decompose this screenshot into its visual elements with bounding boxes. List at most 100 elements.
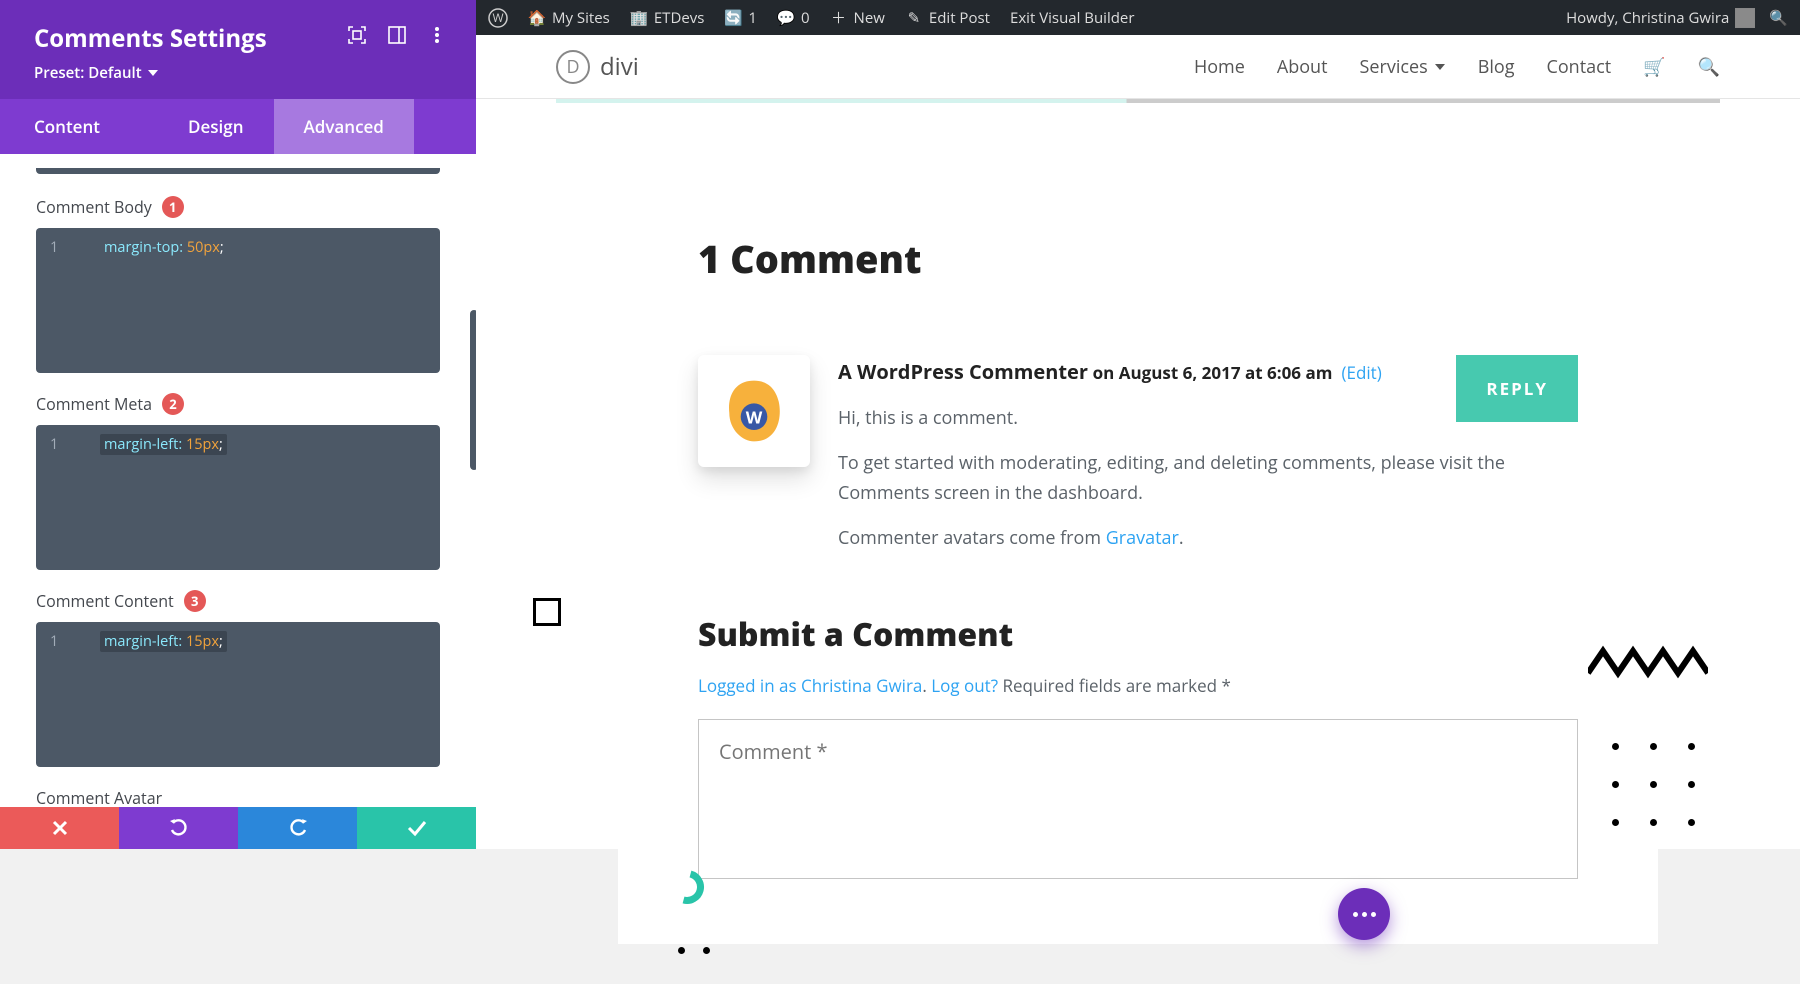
decorative-square [533, 598, 561, 626]
css-val: 15px [182, 632, 219, 651]
sidebar-footer [0, 807, 476, 849]
howdy-link[interactable]: Howdy, Christina Gwira [1566, 8, 1755, 28]
new-link[interactable]: ＋ New [830, 8, 885, 28]
house-icon: 🏠 [528, 9, 546, 27]
sidebar-body[interactable]: Comment Body 1 1 margin-top: 50px; Comme… [0, 154, 476, 849]
submit-comment-heading: Submit a Comment [698, 613, 1578, 656]
label-text: Comment Meta [36, 393, 152, 415]
field-comment-avatar: Comment Avatar [36, 787, 440, 809]
undo-button[interactable] [119, 807, 238, 849]
expand-icon[interactable] [348, 26, 366, 44]
pencil-icon: ✎ [905, 9, 923, 27]
field-label: Comment Body 1 [36, 196, 440, 218]
comment-item: W A WordPress Commenter on August 6, 201… [698, 355, 1578, 553]
exit-visual-builder-link[interactable]: Exit Visual Builder [1010, 8, 1135, 28]
content-area: 1 Comment W A WordPress Commenter on Aug… [476, 103, 1800, 984]
nav-contact[interactable]: Contact [1546, 55, 1611, 79]
label-text: Comment Avatar [36, 787, 162, 809]
updates-icon: 🔄 [724, 9, 742, 27]
field-label: Comment Avatar [36, 787, 440, 809]
css-editor-content[interactable]: 1 margin-left: 15px; [36, 622, 440, 767]
tab-content[interactable]: Content [0, 99, 130, 154]
post-container: 1 Comment W A WordPress Commenter on Aug… [618, 103, 1658, 944]
css-end: ; [219, 435, 223, 454]
step-badge-3: 3 [184, 590, 206, 612]
site-brand[interactable]: D divi [556, 50, 639, 84]
edit-comment-link[interactable]: (Edit) [1337, 361, 1382, 384]
discard-button[interactable] [0, 807, 119, 849]
cart-icon[interactable]: 🛒 [1643, 55, 1665, 79]
css-val: 50px [183, 238, 220, 257]
page-preview: W 🏠My Sites 🏢ETDevs 🔄1 💬0 ＋New ✎Edit Pos… [476, 0, 1800, 849]
comment-paragraph: To get started with moderating, editing,… [838, 448, 1578, 509]
comment-paragraph: Commenter avatars come from Gravatar. [838, 523, 1578, 554]
css-end: ; [220, 238, 224, 257]
site-header: D divi Home About Services Blog Contact … [476, 35, 1800, 99]
css-prop: margin-left: [104, 632, 182, 651]
preset-selector[interactable]: Preset: Default [34, 63, 158, 83]
line-number: 1 [50, 238, 100, 257]
my-sites-link[interactable]: 🏠My Sites [528, 8, 610, 28]
updates-link[interactable]: 🔄1 [724, 8, 757, 28]
field-comment-body: Comment Body 1 1 margin-top: 50px; [36, 196, 440, 373]
preset-label: Preset: Default [34, 63, 142, 83]
decorative-dots-left [678, 947, 710, 954]
logged-in-link[interactable]: Logged in as Christina Gwira [698, 674, 922, 697]
logout-link[interactable]: Log out? [931, 674, 998, 697]
edit-text: (Edit) [1342, 361, 1382, 384]
css-end: ; [219, 632, 223, 651]
tab-design[interactable]: Design [158, 99, 274, 154]
field-label: Comment Meta 2 [36, 393, 440, 415]
howdy-text: Howdy, Christina Gwira [1566, 8, 1729, 28]
required-note: Required fields are marked * [998, 674, 1231, 697]
builder-fab[interactable] [1338, 888, 1390, 940]
save-button[interactable] [357, 807, 476, 849]
field-comment-content: Comment Content 3 1 margin-left: 15px; [36, 590, 440, 767]
chevron-down-icon [1434, 55, 1446, 79]
nav-services[interactable]: Services [1360, 55, 1446, 79]
css-editor-body[interactable]: 1 margin-top: 50px; [36, 228, 440, 373]
line-number: 1 [50, 435, 100, 454]
caret-down-icon [148, 68, 158, 78]
edit-post-link[interactable]: ✎ Edit Post [905, 8, 990, 28]
label-text: Comment Content [36, 590, 174, 612]
dashboard-icon: 🏢 [630, 9, 648, 27]
comment-textarea[interactable] [698, 719, 1578, 879]
search-icon[interactable]: 🔍 [1769, 8, 1788, 28]
reply-button[interactable]: REPLY [1456, 355, 1578, 422]
comments-link[interactable]: 💬0 [777, 8, 810, 28]
nav-services-text: Services [1360, 55, 1428, 79]
css-prop: margin-left: [104, 435, 182, 454]
p3c: . [1179, 526, 1184, 550]
comment-date: August 6, 2017 at 6:06 am [1119, 361, 1333, 384]
css-editor-meta[interactable]: 1 margin-left: 15px; [36, 425, 440, 570]
plus-icon: ＋ [830, 9, 848, 27]
settings-sidebar: Comments Settings Preset: Default Conten… [0, 0, 476, 849]
updates-count: 1 [748, 8, 757, 28]
search-icon[interactable]: 🔍 [1698, 55, 1720, 79]
nav-about[interactable]: About [1277, 55, 1328, 79]
comment-author[interactable]: A WordPress Commenter [838, 358, 1088, 385]
label-text: Comment Body [36, 196, 152, 218]
exit-vb-text: Exit Visual Builder [1010, 8, 1135, 28]
step-badge-1: 1 [162, 196, 184, 218]
tab-advanced[interactable]: Advanced [274, 99, 414, 154]
settings-tabs: Content Design Advanced [0, 99, 476, 154]
edit-post-text: Edit Post [929, 8, 990, 28]
brand-text: divi [600, 50, 639, 83]
redo-button[interactable] [238, 807, 357, 849]
nav-blog[interactable]: Blog [1478, 55, 1515, 79]
decorative-zigzag [1588, 643, 1708, 683]
kebab-menu-icon[interactable] [428, 26, 446, 44]
site-name-link[interactable]: 🏢ETDevs [630, 8, 705, 28]
p3a: Commenter avatars come from [838, 526, 1106, 550]
new-text: New [854, 8, 885, 28]
css-val: 15px [182, 435, 219, 454]
commenter-avatar: W [698, 355, 810, 467]
sidebar-header: Comments Settings Preset: Default [0, 0, 476, 99]
gravatar-link[interactable]: Gravatar [1106, 526, 1179, 550]
wp-logo-icon[interactable]: W [488, 8, 508, 28]
svg-text:W: W [492, 9, 503, 26]
columns-icon[interactable] [388, 26, 406, 44]
nav-home[interactable]: Home [1194, 55, 1245, 79]
